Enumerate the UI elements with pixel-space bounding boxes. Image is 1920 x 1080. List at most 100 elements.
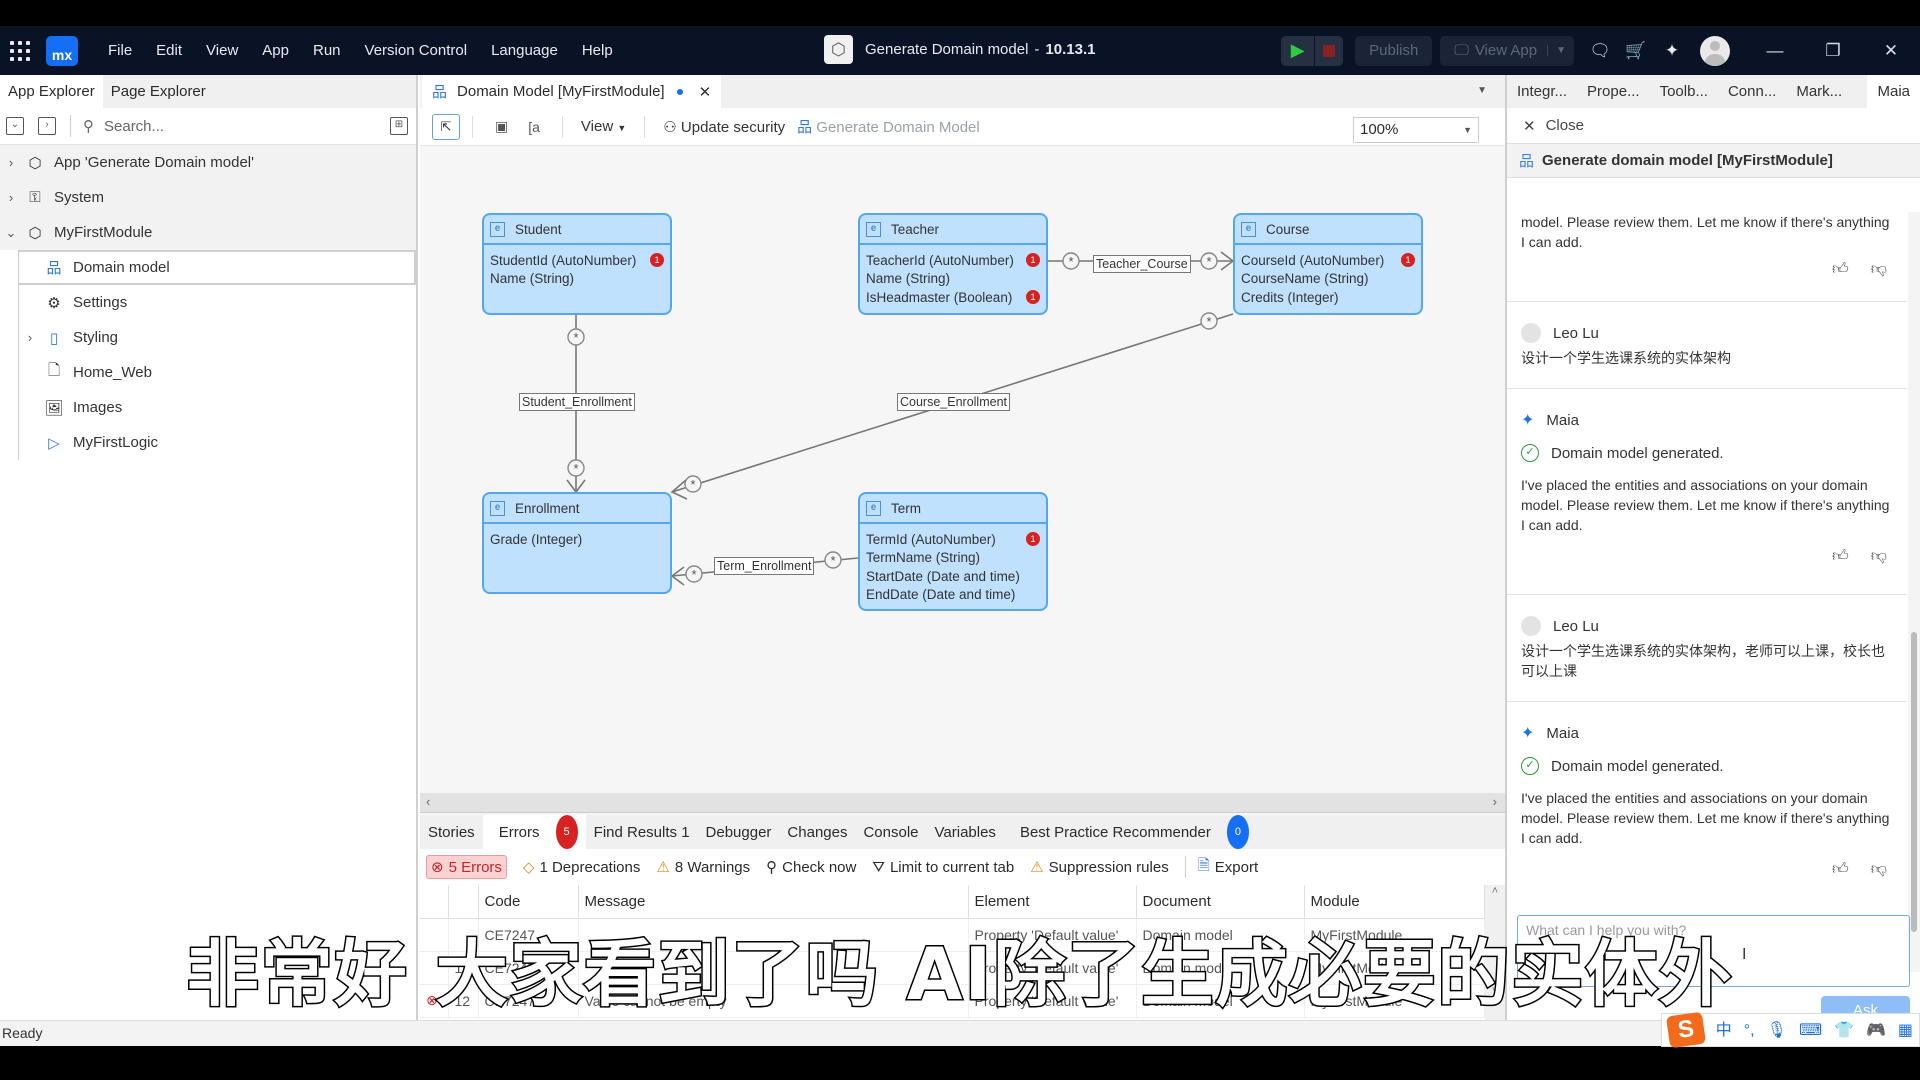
errors-vertical-scrollbar[interactable]: ˄ ˅ — [1485, 885, 1505, 1020]
thumbs-down-icon[interactable]: 👎︎ — [1871, 260, 1887, 279]
expand-all-icon[interactable]: › — [38, 117, 56, 135]
tab-console[interactable]: Console — [855, 815, 926, 849]
table-row[interactable]: ⊗ 12 CE7247 Value cannot be empty Property '… — [420, 984, 1485, 1018]
tab-debugger[interactable]: Debugger — [698, 815, 780, 849]
tab-errors[interactable]: Errors 5 — [482, 815, 586, 849]
table-row[interactable]: CE7247 Property 'Default value' Domain mod… — [420, 918, 1485, 952]
thumbs-down-icon[interactable]: 👎︎ — [1871, 547, 1887, 566]
tab-marketplace[interactable]: Mark... — [1786, 75, 1852, 108]
column-header-module[interactable]: Module — [1304, 885, 1485, 919]
view-app-button[interactable]: 🖵 View App ▼ — [1440, 35, 1574, 66]
domain-model-canvas[interactable]: * * * * * * * * e Student StudentId (AutoNumber)… — [420, 146, 1505, 793]
canvas-horizontal-scrollbar[interactable]: ‹ › — [420, 793, 1505, 813]
user-avatar-icon[interactable] — [1700, 35, 1730, 66]
stop-icon[interactable] — [1315, 44, 1343, 57]
menu-view[interactable]: View — [194, 42, 250, 59]
tree-item-home-web[interactable]: 🗋 Home_Web — [18, 355, 416, 390]
attribute[interactable]: Name (String) — [490, 270, 664, 289]
tab-connector[interactable]: Conn... — [1718, 75, 1786, 108]
marketplace-cart-icon[interactable]: 🛒 — [1618, 41, 1654, 61]
column-header-message[interactable]: Message — [578, 885, 969, 919]
attribute[interactable]: TermId (AutoNumber) 1 — [866, 530, 1040, 549]
game-icon[interactable]: 🎮 — [1866, 1018, 1886, 1043]
association-label-teacher-course[interactable]: Teacher_Course — [1093, 255, 1191, 273]
search-input[interactable]: ⚲ Search... — [83, 117, 164, 135]
maia-prompt-input[interactable]: What can I help you with? I — [1517, 915, 1910, 987]
column-header[interactable] — [420, 885, 449, 919]
check-now-button[interactable]: ⚲ Check now — [766, 858, 856, 877]
tab-integration[interactable]: Integr... — [1507, 75, 1577, 108]
menu-language[interactable]: Language — [479, 42, 570, 59]
chevron-down-icon[interactable]: ⌄ — [0, 225, 22, 241]
select-tool-icon[interactable]: ⇱ — [432, 113, 460, 140]
menu-version-control[interactable]: Version Control — [353, 42, 480, 59]
column-header-element[interactable]: Element — [968, 885, 1137, 919]
association-label-course-enrollment[interactable]: Course_Enrollment — [897, 393, 1010, 411]
close-maia-button[interactable]: ✕ Close — [1507, 108, 1920, 144]
tab-changes[interactable]: Changes — [779, 815, 855, 849]
chat-scrollbar[interactable] — [1908, 212, 1920, 972]
entity-teacher[interactable]: e Teacher TeacherId (AutoNumber) 1 Name (S… — [858, 213, 1048, 315]
attribute[interactable]: CourseId (AutoNumber) 1 — [1241, 251, 1415, 270]
ime-chinese-mode[interactable]: 中 — [1716, 1018, 1732, 1043]
skin-icon[interactable]: 👕 — [1834, 1018, 1854, 1043]
column-header-code[interactable]: Code — [478, 885, 579, 919]
tree-item-system[interactable]: › ⚿ System — [0, 180, 416, 215]
tab-maia[interactable]: Maia — [1867, 75, 1920, 108]
scroll-down-icon[interactable]: ˅ — [1485, 985, 1505, 997]
attribute[interactable]: StudentId (AutoNumber) 1 — [490, 251, 664, 270]
scrollbar-thumb[interactable] — [1911, 632, 1917, 932]
menu-edit[interactable]: Edit — [144, 42, 194, 59]
attribute[interactable]: EndDate (Date and time) — [866, 586, 1040, 605]
close-icon[interactable]: ✕ — [1862, 41, 1920, 61]
menu-help[interactable]: Help — [570, 42, 625, 59]
microphone-icon[interactable]: 🎙 — [1767, 1018, 1787, 1043]
chat-feedback-icon[interactable]: 🗨 — [1582, 41, 1618, 61]
update-security-button[interactable]: ⚇ Update security — [663, 118, 785, 136]
view-app-dropdown-icon[interactable]: ▼ — [1547, 45, 1574, 56]
warnings-filter-toggle[interactable]: ⚠ 8 Warnings — [656, 858, 750, 877]
minimize-icon[interactable]: — — [1746, 41, 1804, 61]
entity-term[interactable]: e Term TermId (AutoNumber) 1 TermName (Str… — [858, 492, 1048, 611]
sogou-ime-logo-icon[interactable]: S — [1665, 1011, 1706, 1049]
attribute[interactable]: TermName (String) — [866, 549, 1040, 568]
zoom-select[interactable]: 100% ▼ — [1353, 117, 1479, 143]
attribute[interactable]: Grade (Integer) — [490, 530, 664, 549]
tab-toolbox[interactable]: Toolb... — [1650, 75, 1718, 108]
attribute[interactable]: Credits (Integer) — [1241, 288, 1415, 307]
tree-item-app[interactable]: › ⬡ App 'Generate Domain model' — [0, 145, 416, 180]
attribute[interactable]: Name (String) — [866, 270, 1040, 289]
thumbs-up-icon[interactable]: 👍︎ — [1832, 860, 1849, 879]
attribute[interactable]: TeacherId (AutoNumber) 1 — [866, 251, 1040, 270]
add-annotation-icon[interactable]: [a — [528, 119, 540, 135]
tab-best-practice[interactable]: Best Practice Recommender 0 — [1004, 815, 1257, 849]
apps-grid-icon[interactable] — [10, 40, 32, 62]
tree-item-images[interactable]: 🖼 Images — [18, 390, 416, 425]
attribute[interactable]: StartDate (Date and time) — [866, 567, 1040, 586]
entity-enrollment[interactable]: e Enrollment Grade (Integer) — [482, 492, 672, 594]
tree-item-myfirstlogic[interactable]: ▷ MyFirstLogic — [18, 425, 416, 460]
tabs-dropdown-icon[interactable]: ▼ — [1477, 85, 1487, 96]
view-menu-button[interactable]: View ▼ — [581, 118, 626, 135]
tab-properties[interactable]: Prope... — [1577, 75, 1650, 108]
collapse-all-icon[interactable]: ⌄ — [6, 117, 24, 135]
thumbs-up-icon[interactable]: 👍︎ — [1832, 547, 1849, 566]
column-header-document[interactable]: Document — [1136, 885, 1305, 919]
add-document-icon[interactable]: ⊞ — [390, 117, 408, 135]
keyboard-icon[interactable]: ⌨ — [1799, 1018, 1822, 1043]
tab-domain-model[interactable]: 品 Domain Model [MyFirstModule] ✕ — [422, 75, 722, 108]
add-entity-icon[interactable]: ▣ — [495, 118, 508, 135]
table-row[interactable]: 11 CE7247 Property 'Default value' Domain m… — [420, 951, 1485, 985]
apps-icon[interactable]: ▦ — [1898, 1018, 1913, 1043]
generate-domain-model-button[interactable]: 品 Generate Domain Model — [797, 116, 980, 137]
export-button[interactable]: 🗎 Export — [1198, 855, 1258, 880]
tree-item-settings[interactable]: ⚙ Settings — [18, 285, 416, 320]
ime-punctuation[interactable]: °, — [1744, 1018, 1755, 1043]
restore-icon[interactable]: ❐ — [1804, 41, 1862, 61]
menu-app[interactable]: App — [250, 42, 301, 59]
chevron-right-icon[interactable]: › — [0, 190, 22, 205]
tab-stories[interactable]: Stories — [420, 815, 483, 849]
attribute[interactable]: IsHeadmaster (Boolean) 1 — [866, 288, 1040, 307]
tree-item-styling[interactable]: › ▯ Styling — [18, 320, 416, 355]
tab-find-results[interactable]: Find Results 1 — [586, 815, 698, 849]
